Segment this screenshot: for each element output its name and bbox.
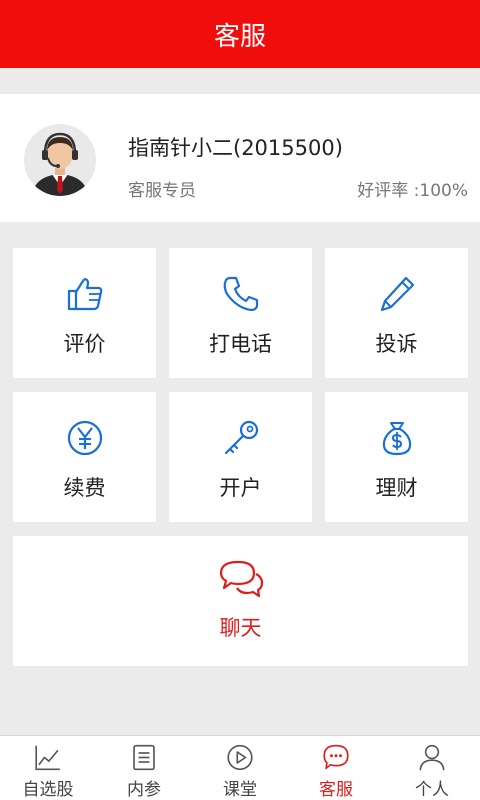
tile-label: 开户 <box>219 476 262 500</box>
person-icon <box>419 744 445 771</box>
title-bar: 客服 <box>0 0 480 68</box>
tile-label: 续费 <box>63 476 106 500</box>
agent-role: 客服专员 <box>128 181 196 201</box>
tile-label: 投诉 <box>375 332 418 356</box>
nav-label: 个人 <box>415 780 449 800</box>
nav-item-watchlist[interactable]: 自选股 <box>0 736 96 800</box>
agent-card: 指南针小二(2015500) 客服专员 好评率 :100% <box>0 94 480 222</box>
nav-label: 内参 <box>127 780 161 800</box>
agent-avatar <box>24 124 96 196</box>
nav-label: 课堂 <box>223 780 257 800</box>
tile-label: 评价 <box>63 332 106 356</box>
chat-bubbles-icon <box>219 560 263 598</box>
play-icon <box>227 744 253 771</box>
pencil-icon <box>380 276 414 312</box>
nav-label: 客服 <box>319 780 353 800</box>
agent-name: 指南针小二(2015500) <box>128 136 343 160</box>
wealth-button[interactable]: 理财 <box>325 392 468 522</box>
open-account-button[interactable]: 开户 <box>169 392 312 522</box>
nav-label: 自选股 <box>22 780 74 800</box>
nav-item-profile[interactable]: 个人 <box>384 736 480 800</box>
stock-chart-icon <box>35 745 60 771</box>
nav-item-classroom[interactable]: 课堂 <box>192 736 288 800</box>
rate-button[interactable]: 评价 <box>13 248 156 378</box>
call-button[interactable]: 打电话 <box>169 248 312 378</box>
thumbs-up-icon <box>67 278 102 311</box>
key-icon <box>224 420 258 455</box>
chat-icon <box>323 744 349 770</box>
chat-label: 聊天 <box>219 616 262 640</box>
nav-item-service[interactable]: 客服 <box>288 736 384 800</box>
nav-item-insider[interactable]: 内参 <box>96 736 192 800</box>
complain-button[interactable]: 投诉 <box>325 248 468 378</box>
tile-label: 理财 <box>375 476 418 500</box>
renew-button[interactable]: 续费 <box>13 392 156 522</box>
money-bag-icon <box>382 422 411 456</box>
document-icon <box>133 744 155 771</box>
yen-icon <box>67 420 102 456</box>
chat-button[interactable]: 聊天 <box>13 536 468 666</box>
agent-rating: 好评率 :100% <box>357 181 468 201</box>
page-title: 客服 <box>213 21 266 52</box>
phone-icon <box>223 276 258 312</box>
bottom-nav: 自选股 内参 课堂 客服 个人 <box>0 735 480 800</box>
tile-label: 打电话 <box>209 332 272 356</box>
